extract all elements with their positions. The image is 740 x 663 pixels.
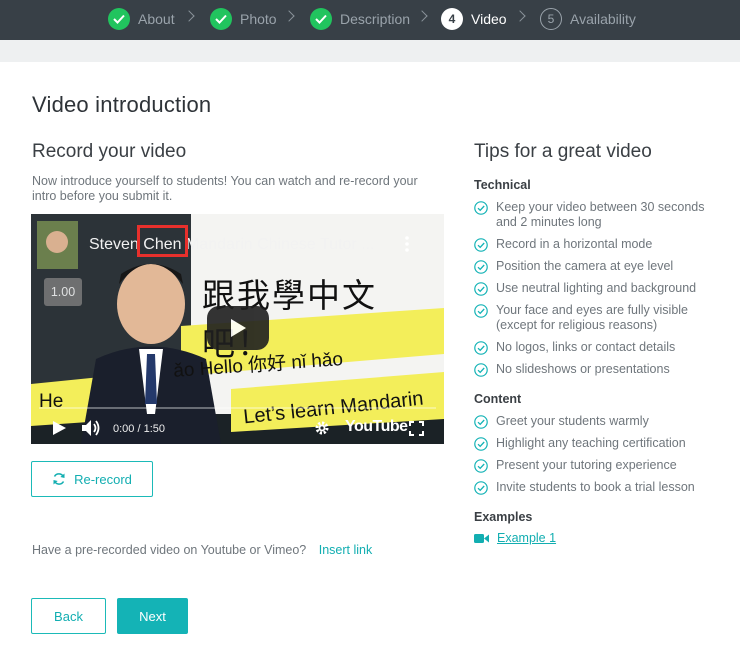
step-label: Description xyxy=(340,11,411,27)
progress-stepper: About Photo Description 4 Video 5 Availa… xyxy=(0,0,740,40)
rerecord-label: Re-record xyxy=(74,471,132,487)
prerecorded-text: Have a pre-recorded video on Youtube or … xyxy=(32,543,307,557)
tip-text: Position the camera at eye level xyxy=(496,259,674,273)
video-title-prefix: Steven xyxy=(89,236,144,253)
tip-text: Your face and eyes are fully visible (ex… xyxy=(496,303,689,332)
page-title: Video introduction xyxy=(32,92,212,117)
step-label: Availability xyxy=(570,11,636,27)
check-circle-icon xyxy=(474,415,488,429)
tip-text: Greet your students warmly xyxy=(496,414,649,428)
playback-speed-badge: 1.00 xyxy=(44,278,82,306)
video-caption-he: He xyxy=(39,391,64,412)
check-circle-icon xyxy=(474,260,488,274)
check-circle-icon xyxy=(474,201,488,215)
tip-text: Highlight any teaching certification xyxy=(496,436,686,450)
check-circle-icon xyxy=(474,459,488,473)
prerecorded-row: Have a pre-recorded video on Youtube or … xyxy=(32,543,372,557)
play-button[interactable] xyxy=(207,306,269,350)
header-shadow xyxy=(0,40,740,62)
more-vertical-icon[interactable] xyxy=(405,236,409,252)
tip-text: Present your tutoring experience xyxy=(496,458,677,472)
tip-item: Record in a horizontal mode xyxy=(474,237,724,252)
record-heading: Record your video xyxy=(32,141,187,162)
check-circle-icon xyxy=(474,437,488,451)
chevron-right-icon xyxy=(183,10,195,22)
example-row: Example 1 xyxy=(474,531,556,545)
video-camera-icon xyxy=(474,533,489,543)
step-number: 4 xyxy=(441,8,463,30)
check-circle-icon xyxy=(474,341,488,355)
tip-text: Invite students to book a trial lesson xyxy=(496,480,695,494)
check-circle-icon xyxy=(474,238,488,252)
tip-item: Position the camera at eye level xyxy=(474,259,724,274)
next-button[interactable]: Next xyxy=(117,598,188,634)
check-icon xyxy=(310,8,332,30)
step-label: Photo xyxy=(240,11,277,27)
video-title[interactable]: Steven Chen Mandarin Chinese Tutor ... xyxy=(89,236,375,254)
play-small-icon[interactable] xyxy=(51,420,67,436)
tip-text: Keep your video between 30 seconds and 2… xyxy=(496,200,705,229)
check-circle-icon xyxy=(474,481,488,495)
chevron-right-icon xyxy=(283,10,295,22)
back-button[interactable]: Back xyxy=(31,598,106,634)
video-time: 0:00 / 1:50 xyxy=(113,423,165,435)
step-label: About xyxy=(138,11,175,27)
highlight-box xyxy=(137,225,188,257)
step-video[interactable]: 4 Video xyxy=(441,7,507,31)
video-progress-bar[interactable] xyxy=(39,407,436,409)
tip-item: Greet your students warmly xyxy=(474,414,724,429)
examples-title: Examples xyxy=(474,510,533,524)
rerecord-button[interactable]: Re-record xyxy=(31,461,153,497)
tip-text: No logos, links or contact details xyxy=(496,340,676,354)
tips-heading: Tips for a great video xyxy=(474,141,652,162)
refresh-icon xyxy=(53,473,65,485)
check-circle-icon xyxy=(474,363,488,377)
step-photo[interactable]: Photo xyxy=(210,7,277,31)
chevron-right-icon xyxy=(514,10,526,22)
tip-item: Present your tutoring experience xyxy=(474,458,724,473)
volume-icon[interactable] xyxy=(81,419,101,437)
check-icon xyxy=(210,8,232,30)
gear-icon[interactable] xyxy=(314,420,330,436)
step-about[interactable]: About xyxy=(108,7,175,31)
check-circle-icon xyxy=(474,282,488,296)
video-title-suffix: Mandarin Chinese Tutor ... xyxy=(181,236,375,253)
step-label: Video xyxy=(471,11,507,27)
fullscreen-icon[interactable] xyxy=(409,421,424,436)
tip-item: No logos, links or contact details xyxy=(474,340,724,355)
step-availability[interactable]: 5 Availability xyxy=(540,7,636,31)
step-number: 5 xyxy=(540,8,562,30)
insert-link[interactable]: Insert link xyxy=(319,543,373,557)
example-link[interactable]: Example 1 xyxy=(497,531,556,545)
technical-title: Technical xyxy=(474,178,531,192)
tip-text: No slideshows or presentations xyxy=(496,362,670,376)
check-icon xyxy=(108,8,130,30)
tip-item: Invite students to book a trial lesson xyxy=(474,480,724,495)
tip-item: Use neutral lighting and background xyxy=(474,281,724,296)
content-title: Content xyxy=(474,392,522,406)
tip-item: No slideshows or presentations xyxy=(474,362,724,377)
chevron-right-icon xyxy=(416,10,428,22)
check-circle-icon xyxy=(474,304,488,318)
play-icon xyxy=(231,319,246,337)
intro-text: Now introduce yourself to students! You … xyxy=(32,174,418,203)
tip-text: Record in a horizontal mode xyxy=(496,237,653,251)
tip-text: Use neutral lighting and background xyxy=(496,281,697,295)
youtube-logo[interactable]: YouTube xyxy=(345,418,408,436)
tip-item: Your face and eyes are fully visible (ex… xyxy=(474,303,724,333)
tip-item: Keep your video between 30 seconds and 2… xyxy=(474,200,724,230)
video-player[interactable]: 跟我學中文吧！ ǎo Hello 你好 nǐ hǎo Let’s learn M… xyxy=(31,214,444,444)
tip-item: Highlight any teaching certification xyxy=(474,436,724,451)
step-description[interactable]: Description xyxy=(310,7,410,31)
